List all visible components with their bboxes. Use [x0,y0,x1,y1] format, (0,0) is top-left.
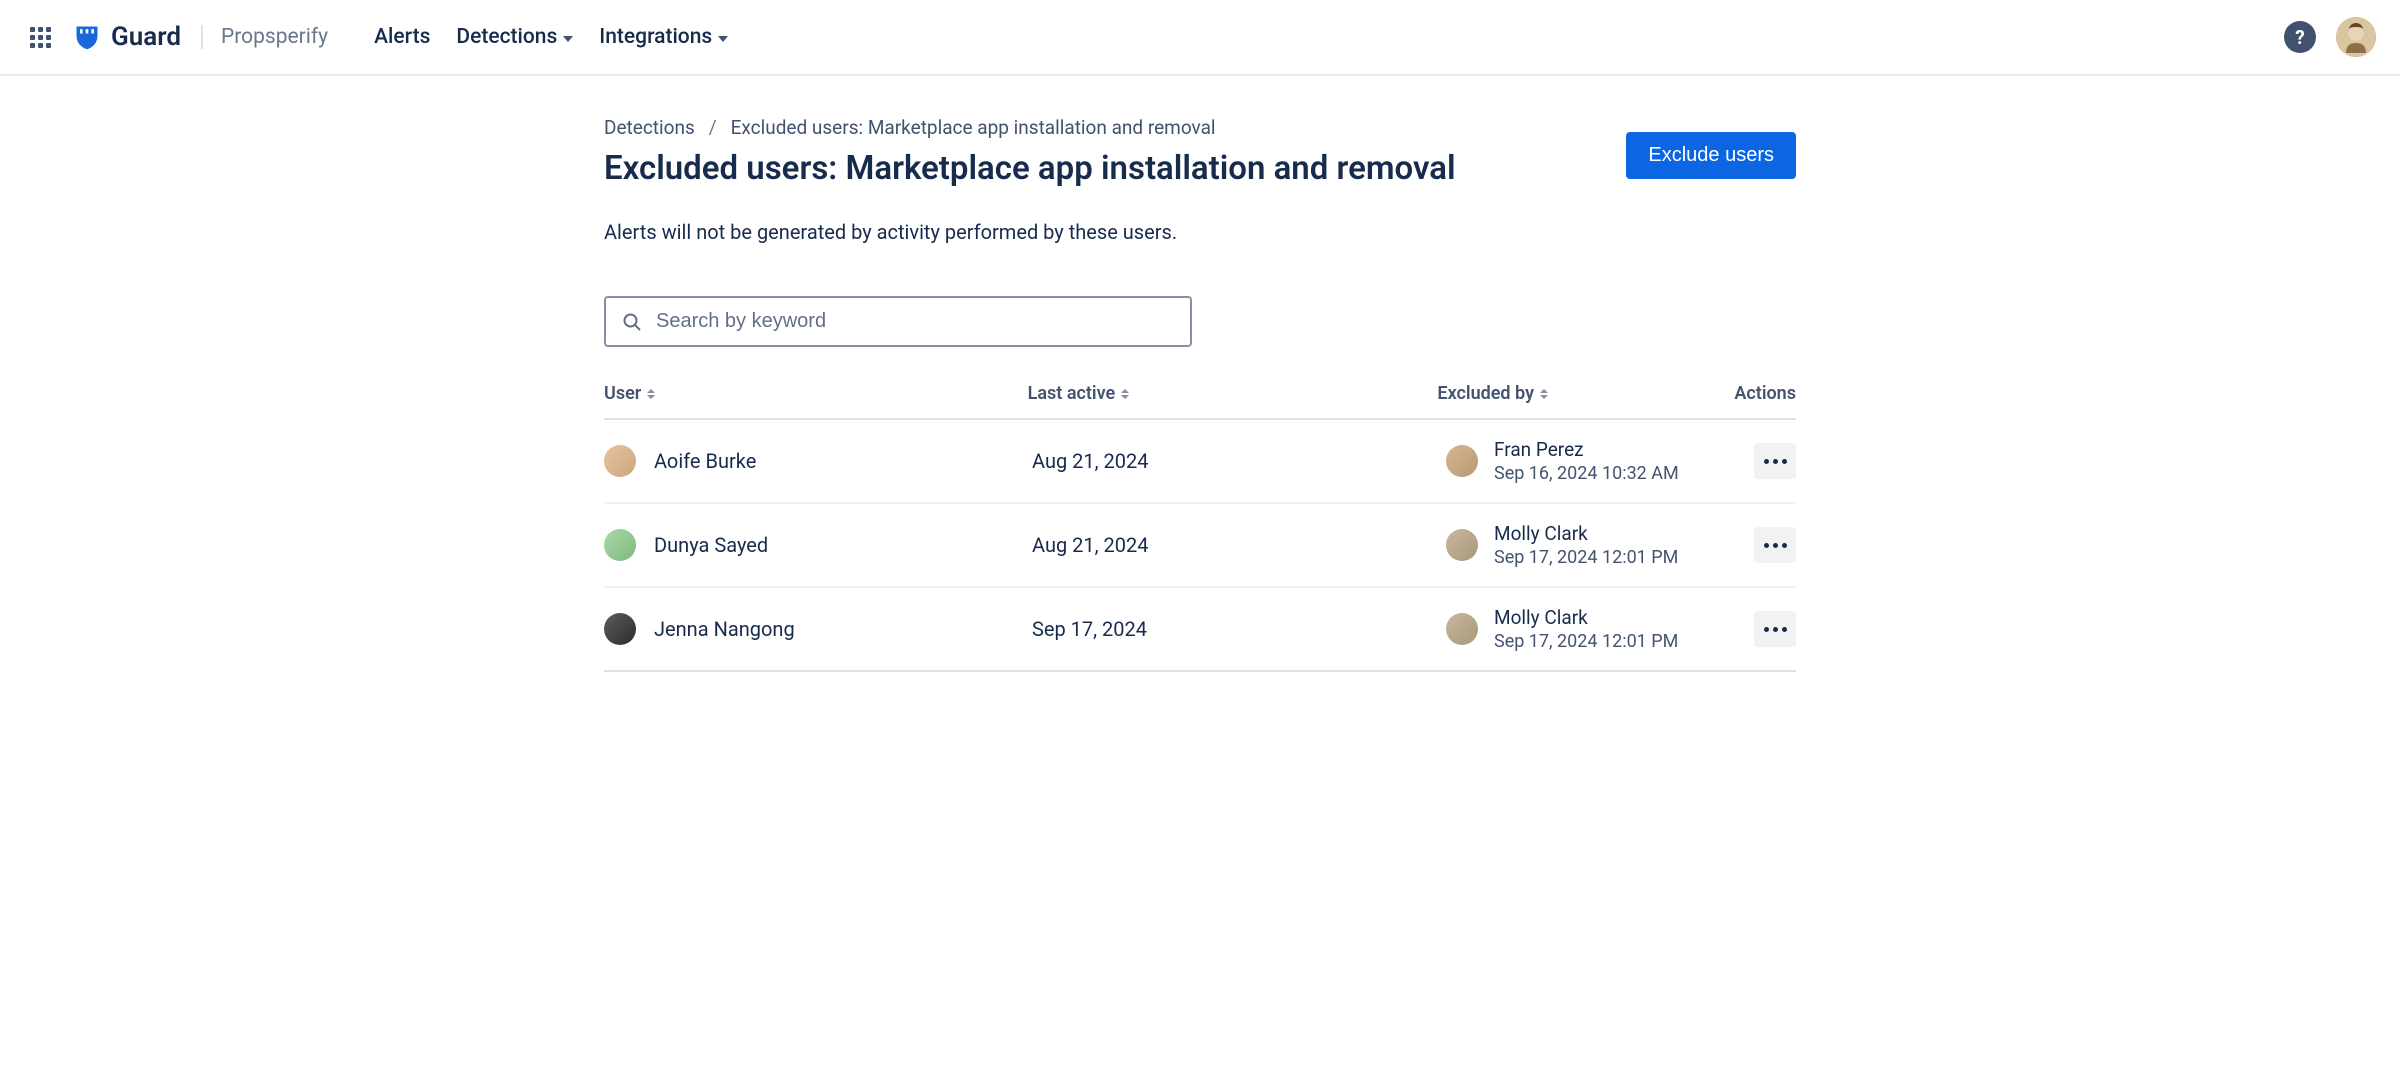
column-header-user[interactable]: User [604,383,1028,404]
user-avatar [604,445,636,477]
row-more-actions-button[interactable] [1754,443,1796,479]
excluded-timestamp: Sep 16, 2024 10:32 AM [1494,463,1679,484]
page-header: Detections / Excluded users: Marketplace… [604,116,1796,220]
sort-icon [1540,389,1548,399]
page-title: Excluded users: Marketplace app installa… [604,149,1456,188]
sort-icon [647,389,655,399]
chevron-down-icon [718,36,728,42]
user-cell: Dunya Sayed [604,529,1032,561]
user-name: Dunya Sayed [654,533,768,557]
search-icon [622,312,642,332]
guard-shield-icon [73,23,101,51]
user-cell: Aoife Burke [604,445,1032,477]
breadcrumb: Detections / Excluded users: Marketplace… [604,116,1456,139]
table-header: User Last active Excluded by Actions [604,383,1796,420]
page-description: Alerts will not be generated by activity… [604,220,1796,244]
column-header-last-active[interactable]: Last active [1028,383,1438,404]
excluder-name: Molly Clark [1494,522,1678,545]
excluder-info: Molly Clark Sep 17, 2024 12:01 PM [1494,522,1678,568]
column-label: Last active [1028,383,1116,404]
exclude-users-button[interactable]: Exclude users [1626,132,1796,179]
actions-cell [1746,527,1796,563]
excluded-by-cell: Molly Clark Sep 17, 2024 12:01 PM [1446,606,1746,652]
excluded-timestamp: Sep 17, 2024 12:01 PM [1494,547,1678,568]
row-more-actions-button[interactable] [1754,527,1796,563]
nav-label: Integrations [599,25,712,49]
user-cell: Jenna Nangong [604,613,1032,645]
search-box[interactable] [604,296,1192,347]
excluder-info: Molly Clark Sep 17, 2024 12:01 PM [1494,606,1678,652]
main-content: Detections / Excluded users: Marketplace… [580,76,1820,712]
search-input[interactable] [656,310,1174,333]
app-switcher-icon[interactable] [24,21,57,54]
breadcrumb-parent[interactable]: Detections [604,116,695,139]
user-name: Aoife Burke [654,449,756,473]
table-body: Aoife Burke Aug 21, 2024 Fran Perez Sep … [604,420,1796,672]
excluder-name: Fran Perez [1494,438,1679,461]
user-name: Jenna Nangong [654,617,795,641]
column-header-excluded-by[interactable]: Excluded by [1437,383,1734,404]
chevron-down-icon [563,36,573,42]
column-header-actions: Actions [1734,383,1796,404]
excluder-avatar [1446,529,1478,561]
nav-label: Detections [456,25,557,49]
column-label: Excluded by [1437,383,1534,404]
column-label: User [604,383,641,404]
nav-item-integrations[interactable]: Integrations [599,25,728,49]
help-icon[interactable]: ? [2284,21,2316,53]
table-row: Dunya Sayed Aug 21, 2024 Molly Clark Sep… [604,504,1796,588]
actions-cell [1746,611,1796,647]
nav-right: ? [2284,17,2376,57]
excluded-by-cell: Molly Clark Sep 17, 2024 12:01 PM [1446,522,1746,568]
product-logo[interactable]: Guard [73,22,181,52]
excluder-avatar [1446,613,1478,645]
excluder-name: Molly Clark [1494,606,1678,629]
actions-cell [1746,443,1796,479]
nav-left: Guard Propsperify Alerts Detections Inte… [24,21,2284,54]
nav-label: Alerts [374,25,430,49]
row-more-actions-button[interactable] [1754,611,1796,647]
breadcrumb-current: Excluded users: Marketplace app installa… [731,116,1216,139]
excluder-avatar [1446,445,1478,477]
product-name: Guard [111,22,181,52]
nav-items: Alerts Detections Integrations [374,25,728,49]
nav-item-detections[interactable]: Detections [456,25,573,49]
users-table: User Last active Excluded by Actions Aoi… [604,383,1796,672]
excluded-timestamp: Sep 17, 2024 12:01 PM [1494,631,1678,652]
org-name[interactable]: Propsperify [201,25,340,49]
sort-icon [1121,389,1129,399]
last-active-cell: Aug 21, 2024 [1032,533,1446,557]
nav-item-alerts[interactable]: Alerts [374,25,430,49]
table-row: Aoife Burke Aug 21, 2024 Fran Perez Sep … [604,420,1796,504]
column-label: Actions [1734,383,1796,404]
profile-avatar[interactable] [2336,17,2376,57]
table-row: Jenna Nangong Sep 17, 2024 Molly Clark S… [604,588,1796,672]
user-avatar [604,613,636,645]
breadcrumb-separator: / [709,116,717,139]
top-nav: Guard Propsperify Alerts Detections Inte… [0,0,2400,76]
excluder-info: Fran Perez Sep 16, 2024 10:32 AM [1494,438,1679,484]
excluded-by-cell: Fran Perez Sep 16, 2024 10:32 AM [1446,438,1746,484]
last-active-cell: Aug 21, 2024 [1032,449,1446,473]
user-avatar [604,529,636,561]
last-active-cell: Sep 17, 2024 [1032,617,1446,641]
header-left: Detections / Excluded users: Marketplace… [604,116,1456,220]
